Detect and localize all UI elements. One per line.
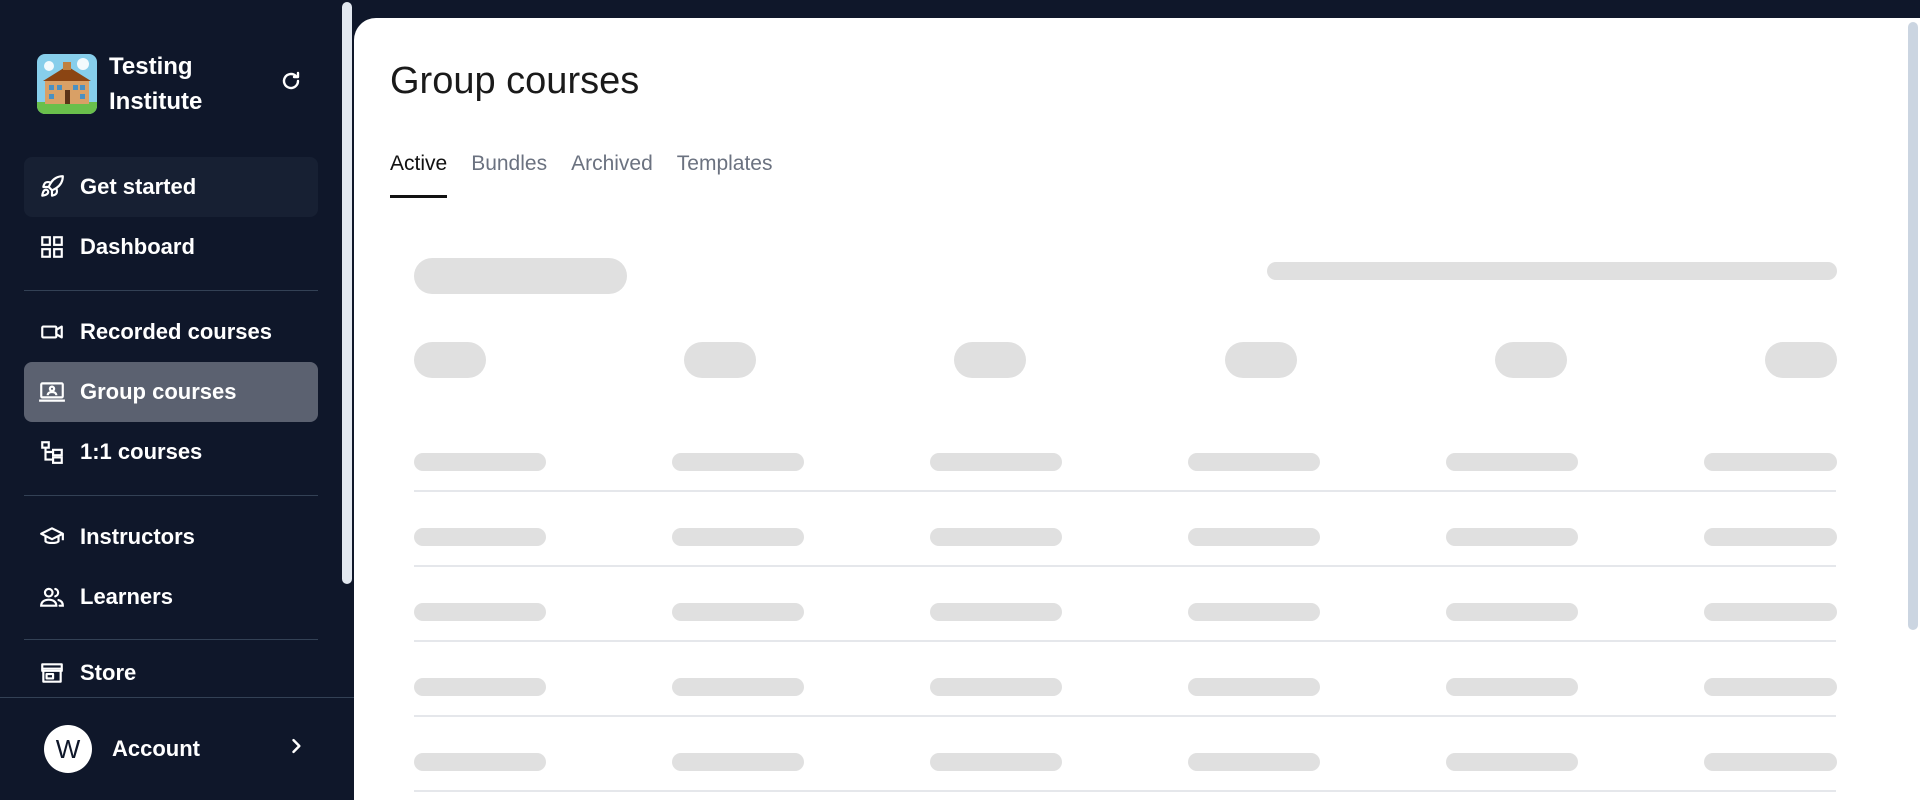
skeleton-header-cell xyxy=(1495,342,1567,378)
skeleton-toolbar xyxy=(1267,262,1837,280)
skeleton-cell xyxy=(414,753,546,771)
hierarchy-icon xyxy=(38,438,66,466)
skeleton-row-divider xyxy=(414,790,1836,792)
sidebar-item-label: Store xyxy=(80,660,137,685)
skeleton-cell xyxy=(930,678,1062,696)
skeleton-search xyxy=(414,258,627,294)
sidebar-item-instructors[interactable]: Instructors xyxy=(24,507,318,567)
skeleton-header-cell xyxy=(1225,342,1297,378)
skeleton-cell xyxy=(1188,528,1320,546)
sidebar-item-get-started[interactable]: Get started xyxy=(24,157,318,217)
tab-active[interactable]: Active xyxy=(390,152,448,198)
skeleton-header-cell xyxy=(954,342,1026,378)
skeleton-cell xyxy=(930,603,1062,621)
skeleton-header-cell xyxy=(414,342,486,378)
skeleton-cell xyxy=(414,453,546,471)
skeleton-cell xyxy=(1188,603,1320,621)
skeleton-cell xyxy=(672,603,804,621)
users-icon xyxy=(38,583,66,611)
skeleton-header-cell xyxy=(1765,342,1837,378)
sidebar-item-label: Learners xyxy=(80,584,173,609)
skeleton-cell xyxy=(672,453,804,471)
skeleton-cell xyxy=(1188,678,1320,696)
skeleton-header-cell xyxy=(684,342,756,378)
page-title: Group courses xyxy=(390,60,640,102)
skeleton-cell xyxy=(1704,528,1837,546)
store-icon xyxy=(38,659,66,687)
rocket-icon xyxy=(38,173,66,201)
skeleton-cell xyxy=(1704,603,1837,621)
skeleton-cell xyxy=(672,753,804,771)
skeleton-cell xyxy=(1188,453,1320,471)
sidebar-item-1-1-courses[interactable]: 1:1 courses xyxy=(24,422,318,482)
tab-archived[interactable]: Archived xyxy=(571,152,653,198)
avatar: W xyxy=(44,725,92,773)
sidebar: Testing Institute Get started Dashboard xyxy=(0,0,354,800)
skeleton-cell xyxy=(1446,753,1578,771)
skeleton-cell xyxy=(414,603,546,621)
sidebar-item-label: Instructors xyxy=(80,524,195,549)
sidebar-item-label: 1:1 courses xyxy=(80,439,203,464)
presentation-icon xyxy=(38,378,66,406)
tab-bundles[interactable]: Bundles xyxy=(471,152,547,198)
brand[interactable]: Testing Institute xyxy=(37,49,239,119)
skeleton-cell xyxy=(1446,453,1578,471)
chevron-right-icon xyxy=(286,736,306,761)
sidebar-item-label: Dashboard xyxy=(80,234,195,259)
sidebar-item-label: Group courses xyxy=(80,379,237,404)
grid-icon xyxy=(38,233,66,261)
sidebar-item-group-courses[interactable]: Group courses xyxy=(24,362,318,422)
institute-logo xyxy=(37,54,97,114)
skeleton-row-divider xyxy=(414,490,1836,492)
skeleton-cell xyxy=(1446,678,1578,696)
skeleton-cell xyxy=(930,753,1062,771)
sidebar-scrollbar[interactable] xyxy=(342,2,352,584)
account-menu[interactable]: W Account xyxy=(0,697,354,800)
sidebar-item-store[interactable]: Store xyxy=(24,651,318,695)
institute-name: Testing Institute xyxy=(109,53,203,115)
skeleton-row-divider xyxy=(414,715,1836,717)
skeleton-cell xyxy=(1704,678,1837,696)
skeleton-cell xyxy=(414,678,546,696)
sidebar-item-dashboard[interactable]: Dashboard xyxy=(24,217,318,277)
course-tabs: Active Bundles Archived Templates xyxy=(390,152,797,198)
skeleton-cell xyxy=(672,528,804,546)
sidebar-divider xyxy=(24,639,318,640)
skeleton-cell xyxy=(672,678,804,696)
tab-templates[interactable]: Templates xyxy=(677,152,773,198)
skeleton-cell xyxy=(930,528,1062,546)
skeleton-cell xyxy=(1704,753,1837,771)
sidebar-divider xyxy=(24,290,318,291)
main-panel: Group courses Active Bundles Archived Te… xyxy=(354,18,1920,800)
skeleton-row-divider xyxy=(414,640,1836,642)
sidebar-item-recorded-courses[interactable]: Recorded courses xyxy=(24,302,318,362)
sidebar-divider xyxy=(24,495,318,496)
sidebar-item-label: Recorded courses xyxy=(80,319,272,344)
main-scrollbar[interactable] xyxy=(1908,22,1918,630)
graduation-cap-icon xyxy=(38,523,66,551)
skeleton-cell xyxy=(1704,453,1837,471)
sidebar-item-learners[interactable]: Learners xyxy=(24,567,318,627)
skeleton-row-divider xyxy=(414,565,1836,567)
sidebar-item-label: Get started xyxy=(80,174,197,199)
skeleton-cell xyxy=(1446,528,1578,546)
refresh-button[interactable] xyxy=(274,64,308,98)
video-camera-icon xyxy=(38,318,66,346)
refresh-icon xyxy=(282,71,300,90)
skeleton-cell xyxy=(1446,603,1578,621)
skeleton-cell xyxy=(1188,753,1320,771)
account-label: Account xyxy=(112,736,200,761)
skeleton-cell xyxy=(930,453,1062,471)
skeleton-cell xyxy=(414,528,546,546)
